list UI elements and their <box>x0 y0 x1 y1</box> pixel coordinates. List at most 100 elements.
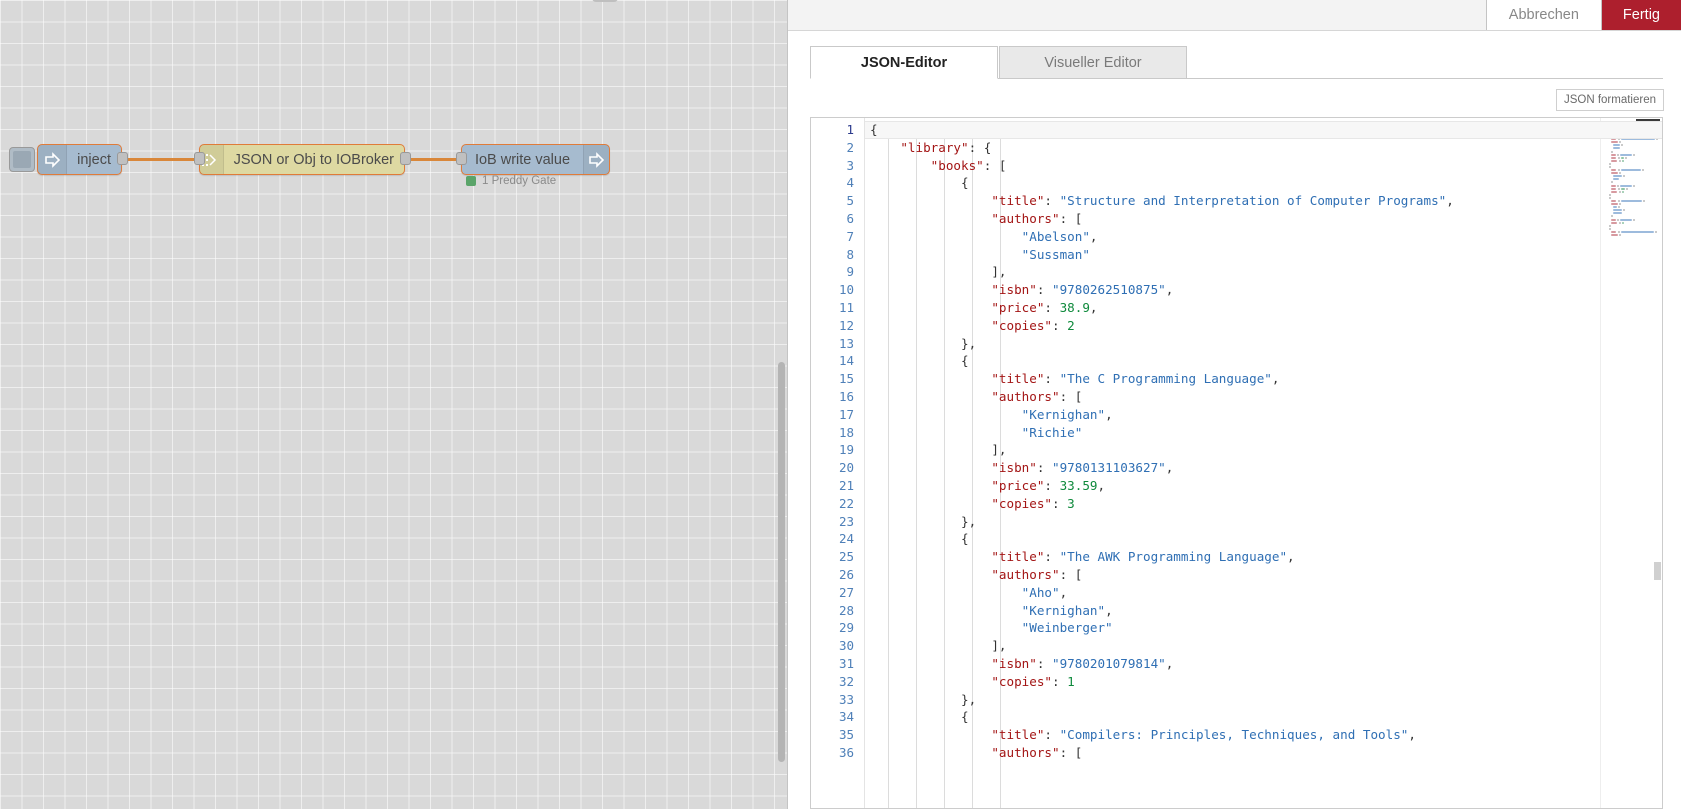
editor-code-line: "copies": 2 <box>865 317 1662 335</box>
code-token-key: "books" <box>930 157 984 173</box>
editor-line-number: 32 <box>838 673 854 689</box>
editor-line-number: 34 <box>838 709 854 725</box>
editor-code-line: "price": 38.9, <box>865 299 1662 317</box>
code-token-pun: , <box>1097 477 1106 493</box>
code-token-pun: : <box>1044 727 1060 743</box>
editor-line-number: 9 <box>846 264 854 280</box>
code-token-pun: , <box>1089 299 1098 315</box>
code-token-pun: : { <box>968 139 992 155</box>
editor-code-line: "books": [ <box>865 157 1662 175</box>
editor-code-line: "Kernighan", <box>865 602 1662 620</box>
code-token-str: "9780201079814" <box>1052 655 1166 671</box>
code-token-key: "copies" <box>991 495 1052 511</box>
editor-code-line: { <box>865 708 1662 726</box>
code-token-str: "9780131103627" <box>1052 460 1166 476</box>
editor-code-line: "isbn": "9780131103627", <box>865 459 1662 477</box>
editor-code-line: "title": "The C Programming Language", <box>865 370 1662 388</box>
code-token-str: "The AWK Programming Language" <box>1059 549 1288 565</box>
flow-node-status: 1 Preddy Gate <box>466 175 556 187</box>
code-token-pun: : <box>1044 371 1060 387</box>
done-button[interactable]: Fertig <box>1601 0 1681 30</box>
editor-line-number: 26 <box>838 566 854 582</box>
json-code-editor[interactable]: 1 2 3 4 5 6 7 8 9 10 11 12 13 14 15 16 17 18 19 20 21 22 23 24 2… <box>810 117 1663 809</box>
code-token-pun: : <box>1052 495 1068 511</box>
flow-node-inject-label: inject <box>77 151 111 168</box>
editor-line-number: 29 <box>838 620 854 636</box>
status-dot-icon <box>466 176 476 186</box>
editor-line-number: 6 <box>846 210 854 226</box>
code-token-str: "Weinberger" <box>1021 620 1113 636</box>
canvas-vertical-scrollbar[interactable] <box>778 362 785 762</box>
code-token-pun: : <box>1036 655 1052 671</box>
code-token-pun: : [ <box>983 157 1007 173</box>
cancel-button[interactable]: Abbrechen <box>1485 0 1602 30</box>
inject-trigger-button[interactable] <box>9 147 35 172</box>
port-inject-output[interactable] <box>117 152 128 165</box>
code-token-pun: , <box>1165 282 1174 298</box>
editor-code-line: { <box>865 174 1662 192</box>
editor-line-number: 14 <box>838 353 854 369</box>
port-json-input[interactable] <box>194 152 205 165</box>
code-token-str: "Richie" <box>1021 424 1083 440</box>
code-token-pun: , <box>1089 228 1098 244</box>
editor-line-number: 18 <box>838 424 854 440</box>
code-token-pun: }, <box>961 513 977 529</box>
editor-code-line: { <box>865 530 1662 548</box>
code-token-pun: { <box>870 122 878 137</box>
code-token-pun: , <box>1105 406 1113 422</box>
format-json-button[interactable]: JSON formatieren <box>1555 89 1664 111</box>
code-token-str: "Compilers: Principles, Techniques, and … <box>1059 727 1409 743</box>
code-token-str: "The C Programming Language" <box>1059 371 1272 387</box>
code-token-pun: , <box>1271 371 1280 387</box>
flow-node-status-text: 1 Preddy Gate <box>482 175 557 187</box>
code-token-num: 33.59 <box>1059 477 1098 493</box>
editor-line-number: 10 <box>838 282 854 298</box>
code-token-pun: }, <box>961 335 977 351</box>
code-token-pun: { <box>961 353 969 369</box>
tab-json-editor[interactable]: JSON-Editor <box>810 46 998 79</box>
editor-line-number: 1 <box>846 122 854 137</box>
port-write-input[interactable] <box>456 152 467 165</box>
flow-node-json-label: JSON or Obj to IOBroker <box>233 151 394 168</box>
port-json-output[interactable] <box>400 152 411 165</box>
code-token-key: "title" <box>991 193 1045 209</box>
wire-inject-to-json <box>122 158 200 161</box>
code-token-pun: : [ <box>1059 388 1083 404</box>
code-token-key: "authors" <box>991 566 1060 582</box>
editor-line-number: 35 <box>838 727 854 743</box>
code-token-num: 2 <box>1067 317 1075 333</box>
editor-code-line: "isbn": "9780262510875", <box>865 281 1662 299</box>
editor-code-line: "title": "Compilers: Principles, Techniq… <box>865 726 1662 744</box>
editor-line-number: 19 <box>838 442 854 458</box>
editor-line-number-gutter: 1 2 3 4 5 6 7 8 9 10 11 12 13 14 15 16 17 18 19 20 21 22 23 24 2… <box>811 118 865 808</box>
editor-line-number: 25 <box>838 549 854 565</box>
code-token-key: "title" <box>991 371 1045 387</box>
editor-code-line: }, <box>865 335 1662 353</box>
code-token-str: "Abelson" <box>1021 228 1090 244</box>
flow-node-json-to-iobroker[interactable]: JSON or Obj to IOBroker <box>199 144 405 175</box>
editor-code-line: "isbn": "9780201079814", <box>865 655 1662 673</box>
code-token-pun: { <box>961 531 969 547</box>
code-token-pun: : <box>1044 299 1060 315</box>
editor-line-number: 11 <box>838 299 854 315</box>
editor-code-line: "Richie" <box>865 424 1662 442</box>
code-token-key: "authors" <box>991 210 1060 226</box>
editor-code-line: ], <box>865 441 1662 459</box>
flow-node-iob-write-value[interactable]: IoB write value <box>461 144 610 175</box>
editor-line-number: 17 <box>838 406 854 422</box>
flow-node-inject[interactable]: inject <box>37 144 122 175</box>
editor-line-number: 13 <box>838 335 854 351</box>
code-token-pun: , <box>1105 602 1113 618</box>
flow-canvas[interactable]: inject JSON or Obj to IOBroker IoB write… <box>0 0 787 809</box>
code-token-pun: : <box>1044 549 1060 565</box>
editor-code-line: "authors": [ <box>865 566 1662 584</box>
canvas-top-handle[interactable] <box>592 0 618 2</box>
code-token-pun: : <box>1044 193 1060 209</box>
tab-visual-editor[interactable]: Visueller Editor <box>999 46 1187 79</box>
code-token-key: "library" <box>900 139 969 155</box>
editor-line-number: 27 <box>838 584 854 600</box>
editor-code-area[interactable]: { "library": { "books": [ { "title": "St… <box>865 118 1662 808</box>
code-token-key: "title" <box>991 727 1045 743</box>
editor-code-line: }, <box>865 691 1662 709</box>
code-token-pun: { <box>961 709 969 725</box>
